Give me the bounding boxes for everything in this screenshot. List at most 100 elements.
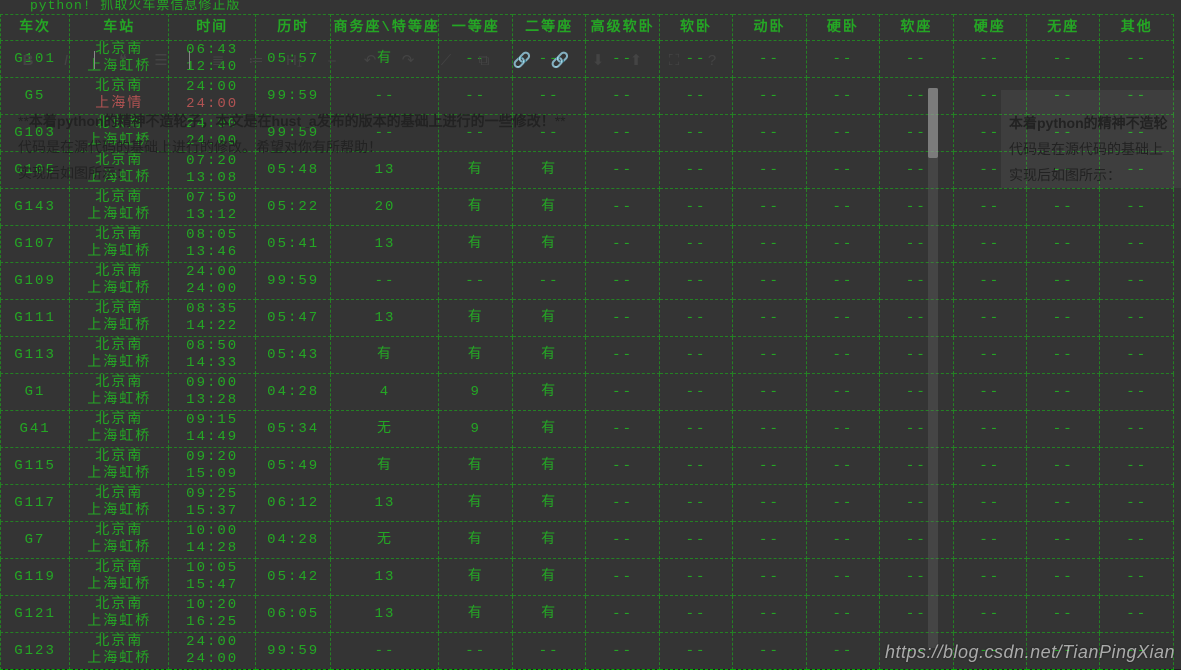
separator [189,51,190,69]
time-cell: 08:3514:22 [169,300,255,337]
seat-cell: -- [1026,448,1099,485]
duration-cell: 05:34 [255,411,331,448]
code-button[interactable]: ☰ [151,50,171,70]
seat-cell: -- [659,448,732,485]
station-cell: 北京南上海虹桥 [70,374,169,411]
table-row: G113北京南上海虹桥08:5014:3305:43有有有-----------… [1,337,1174,374]
duration-cell: 06:05 [255,596,331,633]
seat-cell: -- [733,115,806,152]
copy-button[interactable]: ⧉ [474,50,494,70]
terminal-title: python! 抓取火车票信息修正版 [0,0,1181,14]
seat-cell: -- [733,189,806,226]
seat-cell: -- [953,300,1026,337]
table-header: 车站 [70,15,169,41]
seat-cell: -- [659,189,732,226]
seat-cell: 有 [512,337,585,374]
seat-cell: 无 [331,522,439,559]
seat-cell: -- [586,411,659,448]
duration-cell: 05:43 [255,337,331,374]
expand-button[interactable]: ⛶ [664,50,684,70]
table-header: 动卧 [733,15,806,41]
seat-cell: -- [806,448,879,485]
table-row: G123北京南上海虹桥24:0024:0099:59--------------… [1,633,1174,670]
seat-cell: -- [953,41,1026,78]
seat-cell: -- [953,633,1026,670]
redo-button[interactable]: ↷ [398,50,418,70]
upload-button[interactable]: ⬆ [626,50,646,70]
time-cell: 07:5013:12 [169,189,255,226]
seat-cell: 有 [512,152,585,189]
seat-cell: -- [733,226,806,263]
editor-line-3[interactable]: 实现后如图所示： [18,160,130,186]
seat-cell: -- [1026,337,1099,374]
table-row: G119北京南上海虹桥10:0515:4705:4213有有----------… [1,559,1174,596]
seat-cell: -- [733,448,806,485]
seat-cell: -- [1100,559,1174,596]
seat-cell: 13 [331,559,439,596]
seat-cell: -- [586,263,659,300]
bold-button[interactable]: B [18,50,38,70]
scrollbar-thumb[interactable] [928,88,938,158]
editor-line-1[interactable]: **本着python的精神不造轮子，本文是在hust_a发布的版本的基础上进行的… [18,108,566,134]
italic-button[interactable]: I [56,50,76,70]
table-header: 无座 [1026,15,1099,41]
editor-line-2[interactable]: 代码是在源代码的基础上进行的修改。希望对你有所帮助！ [18,134,382,160]
train-id: G1 [1,374,70,411]
seat-cell: 有 [512,226,585,263]
seat-cell: -- [880,337,953,374]
strike-button[interactable]: ⟋ [436,50,456,70]
table-header: 硬卧 [806,15,879,41]
train-id: G123 [1,633,70,670]
seat-cell: -- [880,411,953,448]
seat-cell: -- [586,337,659,374]
seat-cell: -- [733,337,806,374]
seat-cell: -- [1100,263,1174,300]
undo-button[interactable]: ↶ [360,50,380,70]
seat-cell: 有 [439,226,512,263]
seat-cell: 有 [512,189,585,226]
seat-cell: -- [880,374,953,411]
download-button[interactable]: ⬇ [588,50,608,70]
seat-cell: -- [659,226,732,263]
help-button[interactable]: ? [702,50,722,70]
seat-cell: -- [806,41,879,78]
seat-cell: -- [659,559,732,596]
seat-cell: -- [1100,337,1174,374]
hr-button[interactable]: ⎯ [322,50,342,70]
bold-text: 本着python的精神不造轮子，本文是在hust_a发布的版本的基础上进行的一些… [29,113,555,129]
table-header: 商务座\特等座 [331,15,439,41]
seat-cell: 有 [439,485,512,522]
table-row: G107北京南上海虹桥08:0513:4605:4113有有----------… [1,226,1174,263]
seat-cell: -- [880,189,953,226]
list-ul-button[interactable]: ≣ [208,50,228,70]
seat-cell: -- [1026,189,1099,226]
heading-button[interactable]: H₁ [284,50,304,70]
train-id: G107 [1,226,70,263]
table-header: 高级软卧 [586,15,659,41]
seat-cell: -- [806,522,879,559]
seat-cell: -- [880,78,953,115]
time-cell: 24:0024:00 [169,633,255,670]
seat-cell: -- [733,559,806,596]
editor-scrollbar[interactable] [928,88,938,648]
station-cell: 北京南上海虹桥 [70,522,169,559]
seat-cell: 有 [331,448,439,485]
seat-cell: -- [806,263,879,300]
seat-cell: -- [586,189,659,226]
seat-cell: -- [586,78,659,115]
list-ol-button[interactable]: ≔ [246,50,266,70]
seat-cell: -- [659,522,732,559]
seat-cell: -- [880,226,953,263]
station-cell: 北京南上海虹桥 [70,559,169,596]
image-button[interactable]: 🔗 [550,50,570,70]
seat-cell: -- [1026,485,1099,522]
seat-cell: -- [953,411,1026,448]
seat-cell: -- [1026,596,1099,633]
seat-cell: -- [1100,596,1174,633]
quote-button[interactable]: ❝ [113,50,133,70]
seat-cell: -- [953,374,1026,411]
seat-cell: -- [733,152,806,189]
link-button[interactable]: 🔗 [512,50,532,70]
seat-cell: -- [512,263,585,300]
train-id: G143 [1,189,70,226]
